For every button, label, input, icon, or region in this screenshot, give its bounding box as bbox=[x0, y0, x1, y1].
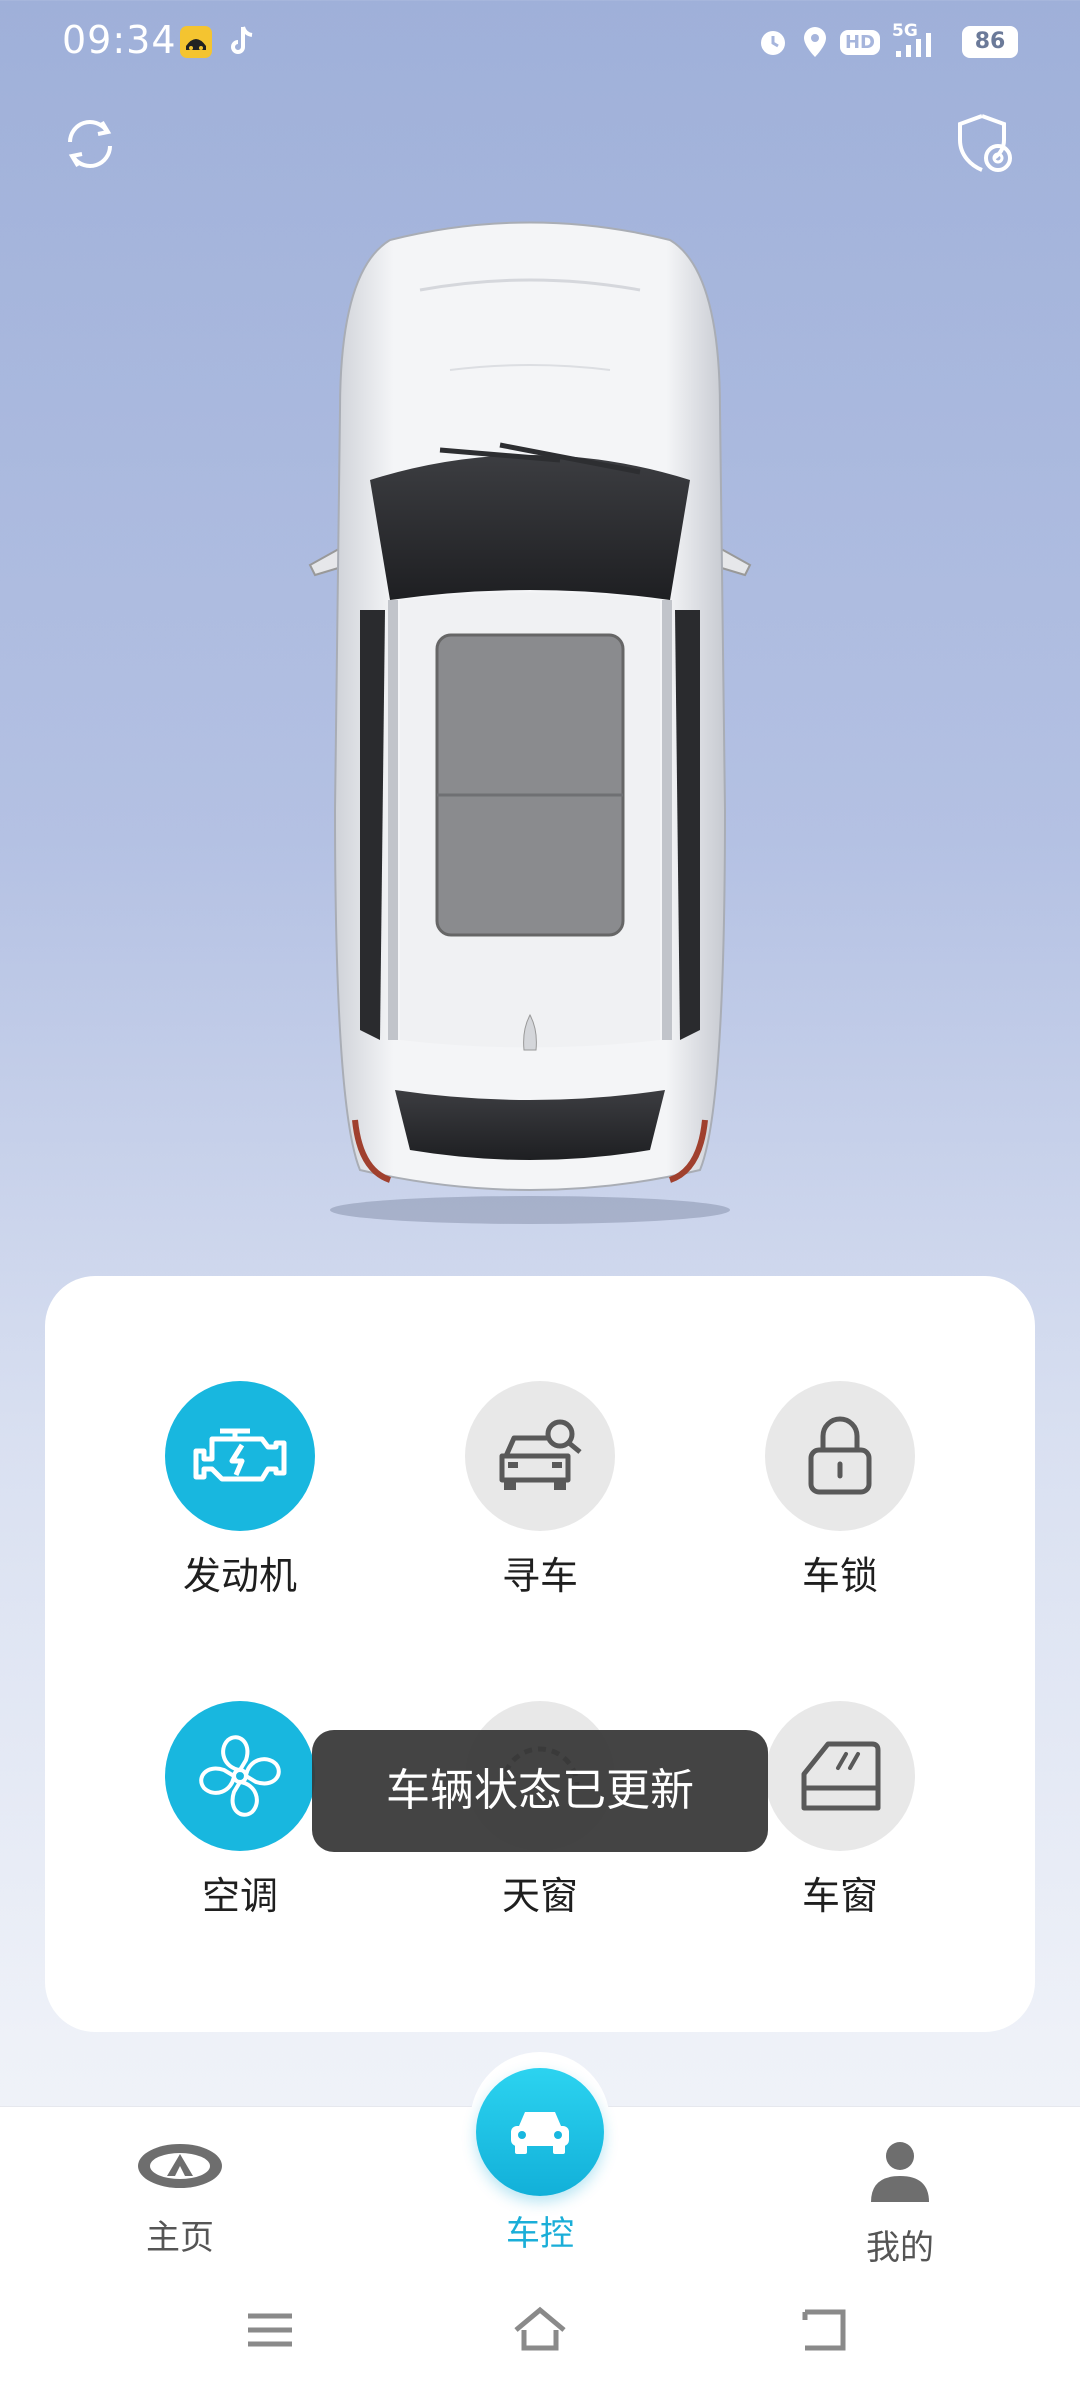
car-top-view-image bbox=[300, 210, 760, 1230]
shield-gear-icon bbox=[958, 114, 1012, 172]
nav-home-label: 主页 bbox=[146, 2218, 214, 2258]
brand-logo-icon bbox=[138, 2144, 222, 2188]
door-lock-control[interactable]: 车锁 bbox=[740, 1381, 940, 1600]
home-icon bbox=[514, 2306, 566, 2351]
engine-button[interactable] bbox=[165, 1381, 315, 1531]
air-conditioning-control[interactable]: 空调 bbox=[140, 1701, 340, 1920]
hd-badge: HD bbox=[839, 29, 880, 55]
battery-indicator: 86 bbox=[962, 26, 1018, 58]
car-icon bbox=[511, 2112, 569, 2154]
tiktok-icon bbox=[228, 24, 256, 58]
find-car-label: 寻车 bbox=[501, 1554, 578, 1598]
back-icon bbox=[802, 2309, 846, 2351]
person-icon bbox=[871, 2142, 929, 2202]
nav-profile[interactable]: 我的 bbox=[790, 2136, 1010, 2269]
air-conditioning-label: 空调 bbox=[201, 1874, 278, 1918]
nav-vehicle-control-label: 车控 bbox=[506, 2214, 574, 2254]
find-car-button[interactable] bbox=[465, 1381, 615, 1531]
status-bar: 09:34 HD 5G 86 bbox=[0, 0, 1080, 86]
door-lock-label: 车锁 bbox=[801, 1554, 878, 1598]
find-car-control[interactable]: 寻车 bbox=[440, 1381, 640, 1600]
window-button[interactable] bbox=[765, 1701, 915, 1851]
system-navigation-bar bbox=[0, 2300, 1080, 2370]
find-car-icon bbox=[499, 1419, 582, 1490]
nav-home[interactable]: 主页 bbox=[70, 2136, 290, 2259]
engine-label: 发动机 bbox=[182, 1554, 297, 1598]
app-notification-icon bbox=[180, 26, 212, 58]
lock-icon bbox=[808, 1416, 872, 1495]
door-lock-button[interactable] bbox=[765, 1381, 915, 1531]
refresh-button[interactable] bbox=[58, 112, 122, 176]
refresh-icon bbox=[68, 120, 112, 168]
menu-icon bbox=[248, 2313, 292, 2347]
back-button[interactable] bbox=[795, 2300, 855, 2360]
nav-vehicle-control[interactable]: 车控 bbox=[430, 2068, 650, 2255]
window-icon bbox=[801, 1741, 881, 1811]
nav-profile-label: 我的 bbox=[866, 2228, 934, 2268]
home-button[interactable] bbox=[510, 2300, 570, 2360]
vehicle-control-panel: 发动机 寻车 车锁 空调 天窗 车窗 bbox=[45, 1276, 1035, 2032]
signal-indicator: 5G bbox=[892, 21, 942, 59]
window-label: 车窗 bbox=[801, 1874, 878, 1918]
window-control[interactable]: 车窗 bbox=[740, 1701, 940, 1920]
location-icon bbox=[803, 27, 826, 57]
status-icons: HD 5G bbox=[756, 21, 942, 62]
engine-icon bbox=[193, 1428, 287, 1482]
signal-icon bbox=[896, 33, 931, 57]
alarm-icon bbox=[760, 31, 785, 55]
vehicle-control-tab-button[interactable] bbox=[476, 2068, 604, 2196]
sunroof-label: 天窗 bbox=[501, 1874, 578, 1918]
status-updated-toast: 车辆状态已更新 bbox=[312, 1730, 768, 1852]
air-conditioning-button[interactable] bbox=[165, 1701, 315, 1851]
recent-apps-button[interactable] bbox=[240, 2300, 300, 2360]
fan-icon bbox=[199, 1735, 281, 1817]
engine-control[interactable]: 发动机 bbox=[140, 1381, 340, 1600]
vehicle-settings-button[interactable] bbox=[954, 112, 1018, 176]
status-time: 09:34 bbox=[62, 18, 177, 62]
